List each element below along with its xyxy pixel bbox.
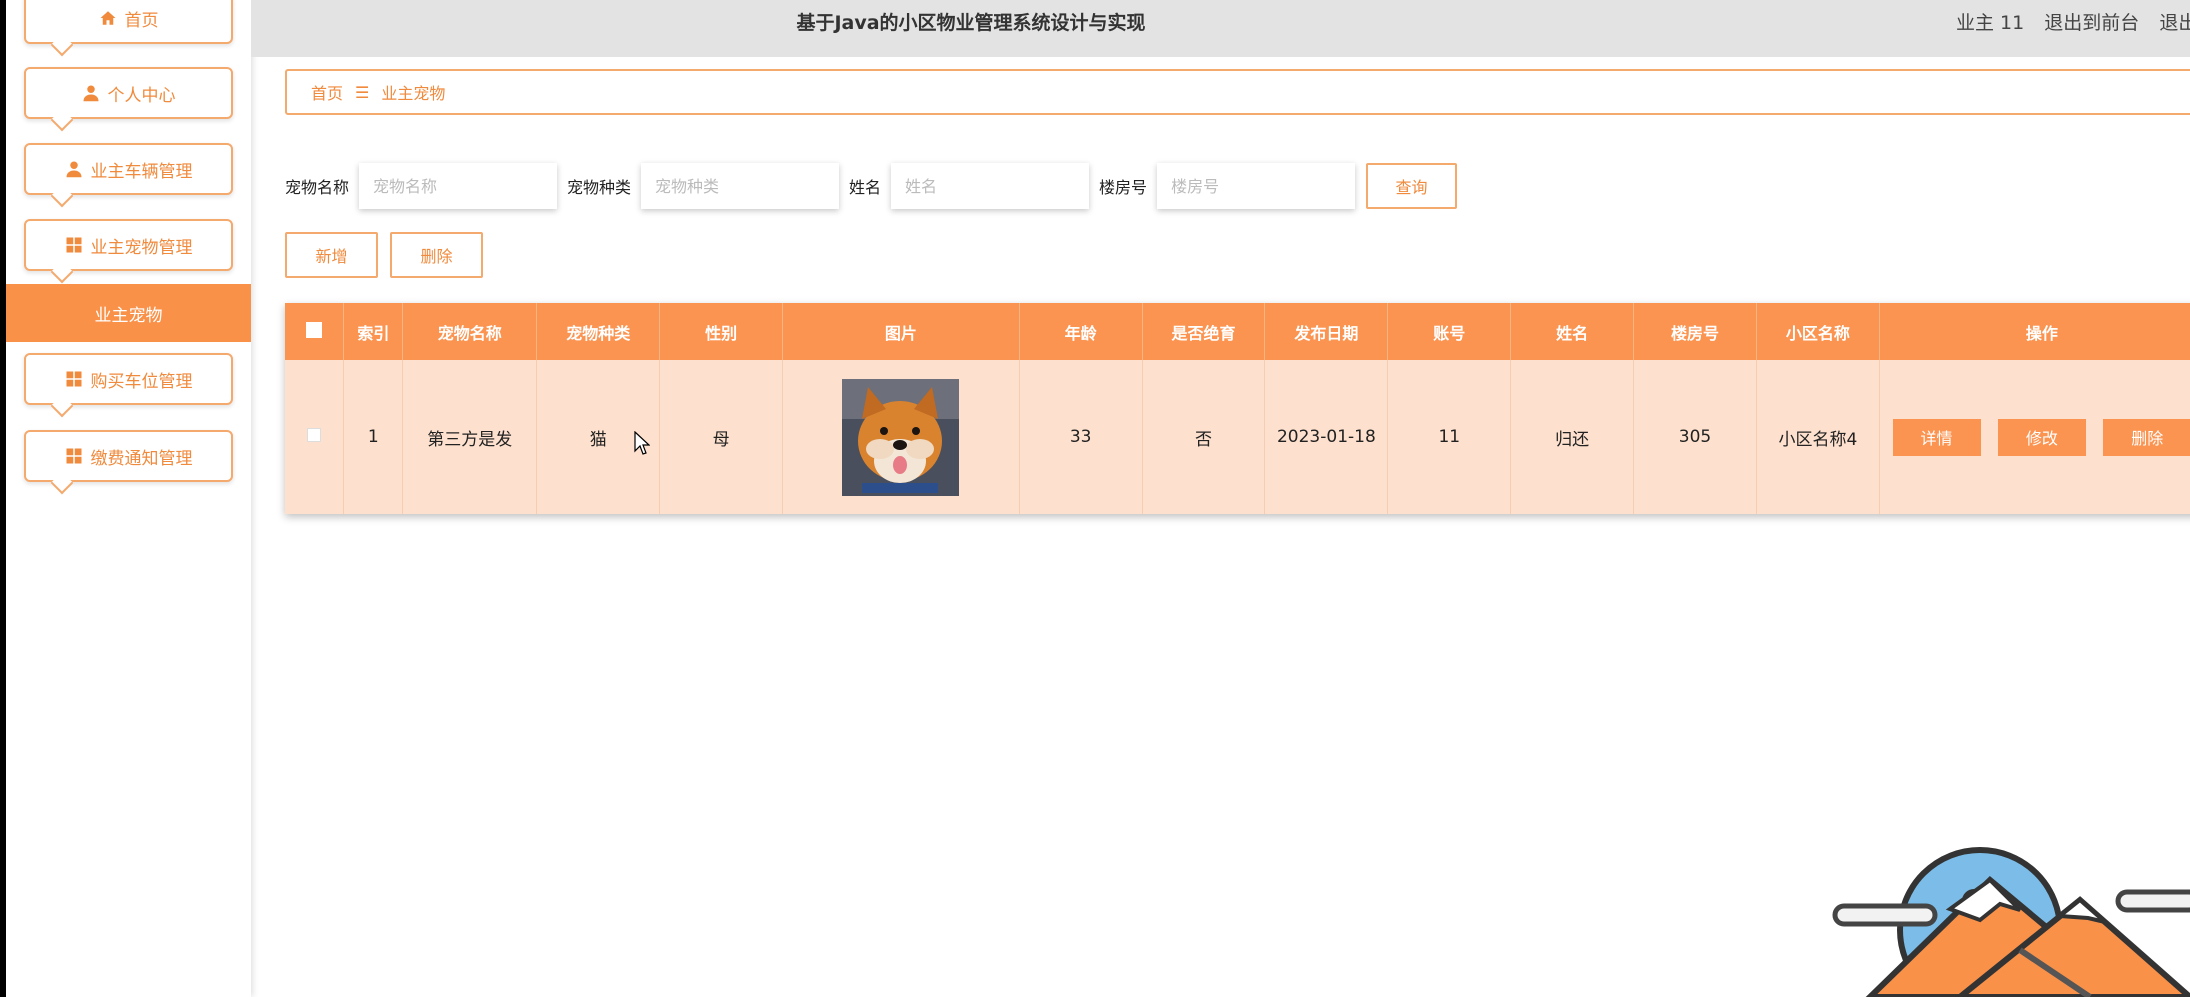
column-header: 操作 [1879,303,2190,360]
edit-button[interactable]: 修改 [1997,418,2086,456]
cell-account: 11 [1387,360,1512,514]
row-select-cell [285,360,345,514]
pet-table: 索引 宠物名称 宠物种类 性别 图片 年龄 是否绝育 发布日期 账号 姓名 楼房… [285,303,2190,514]
back-to-front-link[interactable]: 退出到前台 [2044,12,2139,34]
column-header: 发布日期 [1264,303,1389,360]
select-all-checkbox[interactable] [306,321,323,338]
sidebar-item-label: 首页 [124,10,159,31]
cell-community: 小区名称4 [1756,360,1880,514]
action-bar: 新增 删除 [285,232,483,278]
mountain-decoration-icon [1832,847,2190,997]
column-header: 是否绝育 [1142,303,1266,360]
cell-neutered: 否 [1142,360,1266,514]
mouse-cursor-icon [634,431,650,455]
column-header: 小区名称 [1756,303,1880,360]
sidebar-item-personal[interactable]: 个人中心 [24,67,233,119]
grid-icon [65,370,83,388]
cell-age: 33 [1019,360,1143,514]
detail-button[interactable]: 详情 [1892,418,1981,456]
top-header: 基于Java的小区物业管理系统设计与实现 业主 11 退出到前台 退出登 [251,0,2190,57]
cell-owner-name: 归还 [1510,360,1635,514]
room-number-label: 楼房号 [1099,178,1148,197]
table-row: 1 第三方是发 猫 母 33 否 2023-01-18 11 归还 305 小区… [285,360,2190,514]
cell-image [782,360,1020,514]
breadcrumb-home[interactable]: 首页 [311,80,343,104]
owner-name-label: 姓名 [849,178,882,197]
logout-link[interactable]: 退出登 [2159,12,2190,34]
sidebar-item-parking[interactable]: 购买车位管理 [24,353,233,405]
column-header: 索引 [343,303,404,360]
breadcrumb: 首页 ☰ 业主宠物 [285,69,2190,115]
row-checkbox[interactable] [307,428,322,442]
batch-delete-button[interactable]: 删除 [390,232,483,278]
delete-button[interactable]: 删除 [2103,418,2190,456]
breadcrumb-separator-icon: ☰ [355,82,370,102]
grid-icon [65,236,83,254]
sidebar-item-label: 业主车辆管理 [90,161,193,182]
sidebar: 首页 个人中心 业主车辆管理 业主宠物管理 业主宠物 购买车位管理 缴费通知管理 [6,0,251,997]
sidebar-item-fees[interactable]: 缴费通知管理 [24,430,233,482]
column-header: 图片 [782,303,1020,360]
pet-photo[interactable] [842,378,960,496]
user-icon [65,160,83,178]
pet-type-input[interactable] [641,163,840,209]
room-number-input[interactable] [1157,163,1356,209]
search-bar: 宠物名称 宠物种类 姓名 楼房号 查询 [285,162,1458,210]
page-title: 基于Java的小区物业管理系统设计与实现 [796,12,1146,34]
sidebar-item-label: 业主宠物 [94,305,163,326]
sidebar-item-label: 个人中心 [107,85,176,106]
owner-name-input[interactable] [891,163,1090,209]
table-header-row: 索引 宠物名称 宠物种类 性别 图片 年龄 是否绝育 发布日期 账号 姓名 楼房… [285,303,2190,360]
home-icon [99,9,117,27]
column-header: 性别 [659,303,784,360]
sidebar-subitem-owner-pets[interactable]: 业主宠物 [6,284,251,342]
query-button[interactable]: 查询 [1366,163,1458,209]
cell-room: 305 [1633,360,1757,514]
add-button[interactable]: 新增 [285,232,378,278]
breadcrumb-current: 业主宠物 [381,84,446,103]
sidebar-item-label: 购买车位管理 [90,371,193,392]
app: 首页 个人中心 业主车辆管理 业主宠物管理 业主宠物 购买车位管理 缴费通知管理… [0,0,2190,997]
user-icon [82,84,100,102]
sidebar-item-home[interactable]: 首页 [24,0,233,44]
column-header: 账号 [1387,303,1512,360]
column-header: 年龄 [1019,303,1143,360]
cell-sex: 母 [659,360,784,514]
cell-pet-name: 第三方是发 [402,360,538,514]
cell-index: 1 [343,360,404,514]
sidebar-item-vehicles[interactable]: 业主车辆管理 [24,143,233,195]
grid-icon [65,447,83,465]
column-header: 宠物种类 [536,303,661,360]
sidebar-item-label: 缴费通知管理 [90,448,193,469]
sidebar-item-label: 业主宠物管理 [90,237,193,258]
pet-name-input[interactable] [359,163,558,209]
cell-date: 2023-01-18 [1264,360,1389,514]
select-all-cell [285,303,345,360]
header-user-area: 业主 11 退出到前台 退出登 [1956,0,2190,47]
pet-type-label: 宠物种类 [567,178,632,197]
column-header: 宠物名称 [402,303,538,360]
pet-name-label: 宠物名称 [285,178,350,197]
user-label: 业主 11 [1956,12,2025,34]
column-header: 姓名 [1510,303,1635,360]
column-header: 楼房号 [1633,303,1757,360]
cell-operations: 详情 修改 删除 [1879,360,2190,514]
sidebar-item-pets[interactable]: 业主宠物管理 [24,219,233,271]
